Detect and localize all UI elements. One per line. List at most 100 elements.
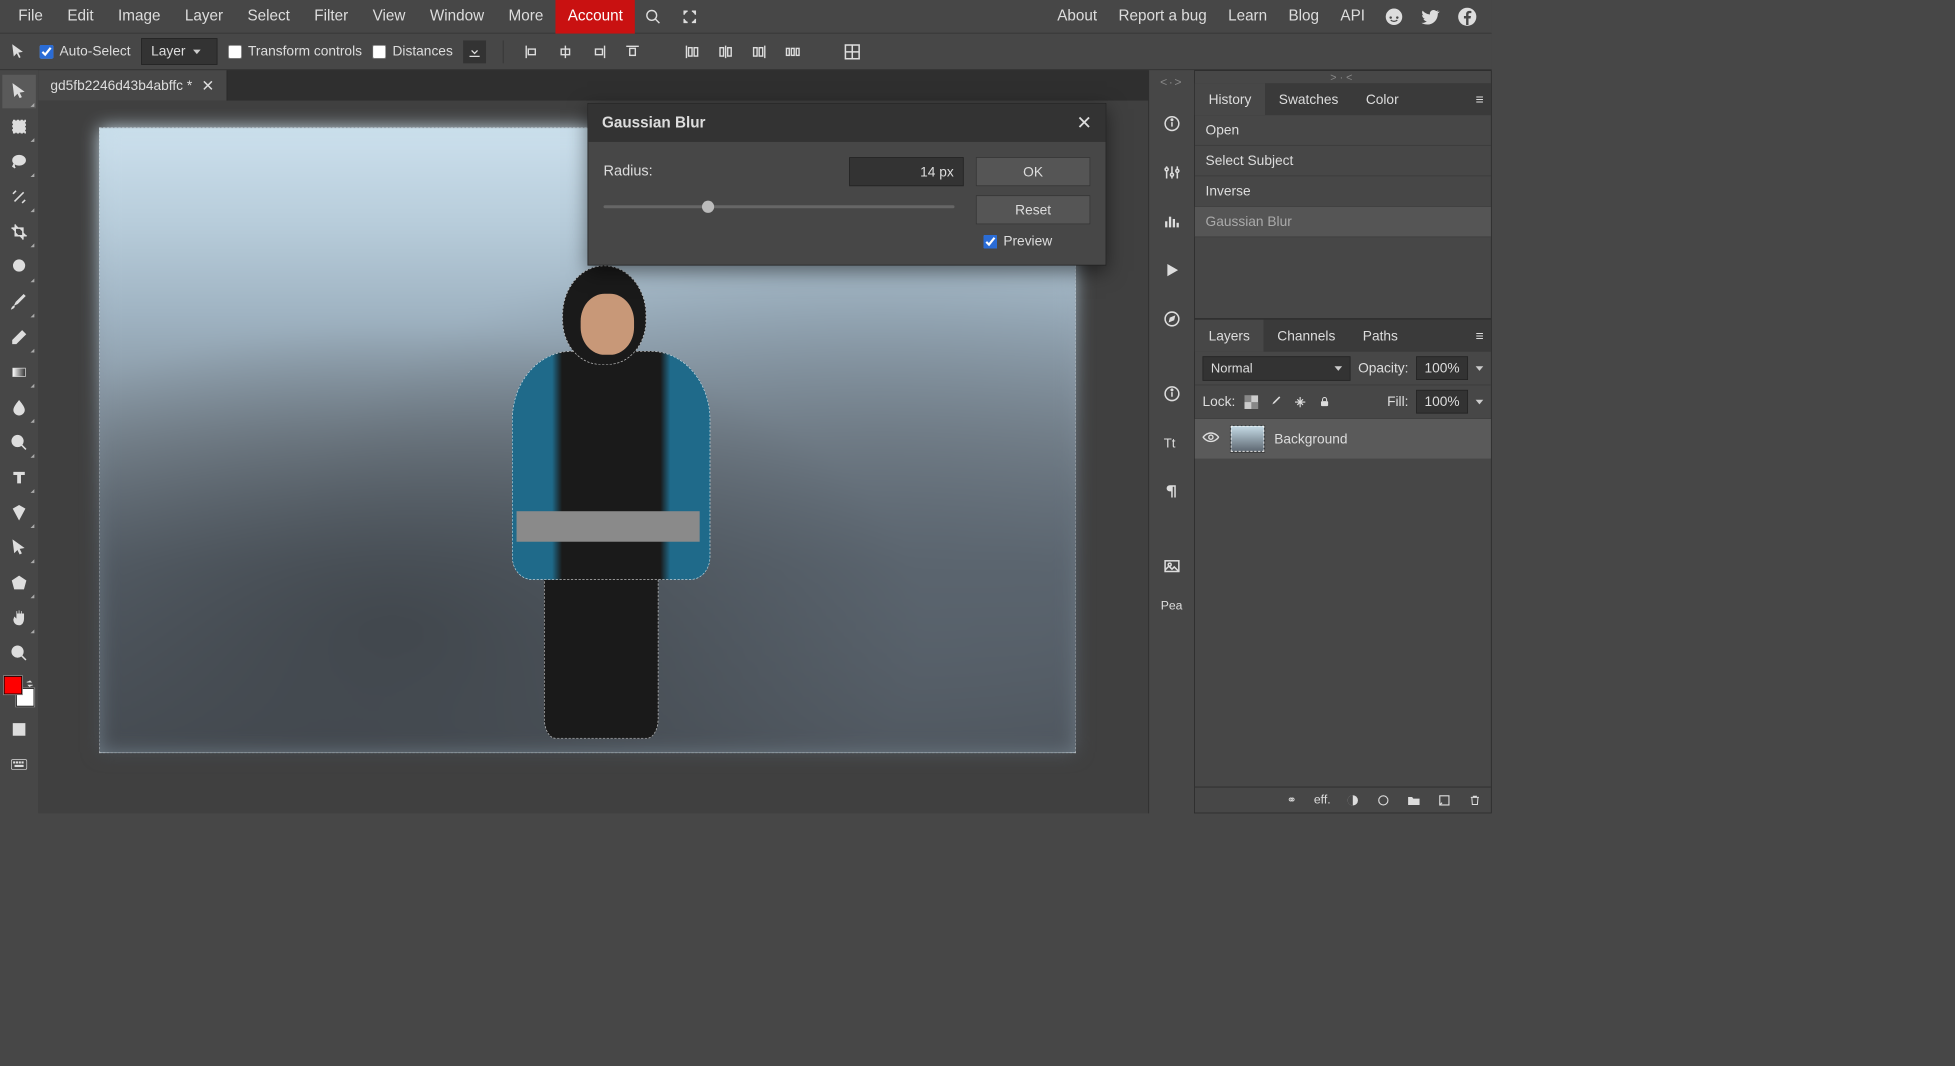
lock-all-icon[interactable] xyxy=(1316,393,1333,410)
type-tool[interactable] xyxy=(2,461,36,495)
auto-select-checkbox-input[interactable] xyxy=(40,45,54,59)
lasso-tool[interactable] xyxy=(2,145,36,179)
histogram-icon[interactable] xyxy=(1156,206,1187,237)
pen-tool[interactable] xyxy=(2,496,36,530)
link-api[interactable]: API xyxy=(1330,8,1376,26)
panel-menu-icon[interactable]: ≡ xyxy=(1468,320,1491,352)
tab-channels[interactable]: Channels xyxy=(1264,320,1350,352)
distances-input[interactable] xyxy=(373,45,387,59)
distribute-center-icon[interactable] xyxy=(715,40,738,63)
menu-filter[interactable]: Filter xyxy=(302,0,360,33)
info-icon-2[interactable] xyxy=(1156,378,1187,409)
ok-button[interactable]: OK xyxy=(976,157,1090,186)
new-layer-icon[interactable] xyxy=(1436,792,1453,809)
foreground-color[interactable] xyxy=(4,676,22,694)
menu-image[interactable]: Image xyxy=(106,0,173,33)
image-icon[interactable] xyxy=(1156,551,1187,582)
menu-window[interactable]: Window xyxy=(418,0,497,33)
tab-paths[interactable]: Paths xyxy=(1349,320,1412,352)
history-item-inverse[interactable]: Inverse xyxy=(1195,176,1491,207)
hand-tool[interactable] xyxy=(2,601,36,635)
distribute-left-icon[interactable] xyxy=(681,40,704,63)
blur-tool[interactable] xyxy=(2,391,36,425)
distribute-right-icon[interactable] xyxy=(748,40,771,63)
move-tool[interactable] xyxy=(2,75,36,109)
shape-tool[interactable] xyxy=(2,566,36,600)
link-layers-icon[interactable]: ⚭ xyxy=(1283,792,1300,809)
paragraph-icon[interactable] xyxy=(1156,476,1187,507)
document-tab[interactable]: gd5fb2246d43b4abffc * ✕ xyxy=(38,70,227,101)
fill-input[interactable]: 100% xyxy=(1416,390,1468,414)
layer-row-background[interactable]: Background xyxy=(1195,419,1491,459)
chevron-down-icon[interactable] xyxy=(1476,366,1484,371)
chevron-down-icon[interactable] xyxy=(1476,399,1484,404)
character-icon[interactable]: Tt xyxy=(1156,427,1187,458)
align-center-h-icon[interactable] xyxy=(554,40,577,63)
keyboard-icon[interactable] xyxy=(2,748,36,782)
tab-color[interactable]: Color xyxy=(1352,83,1412,115)
tab-layers[interactable]: Layers xyxy=(1195,320,1264,352)
distances-checkbox[interactable]: Distances xyxy=(373,43,453,59)
layer-mask-icon[interactable] xyxy=(1344,792,1361,809)
menu-layer[interactable]: Layer xyxy=(173,0,236,33)
lock-transparency-icon[interactable] xyxy=(1243,393,1260,410)
wand-tool[interactable] xyxy=(2,180,36,214)
auto-select-checkbox[interactable]: Auto-Select xyxy=(40,43,131,59)
menu-account[interactable]: Account xyxy=(556,0,636,33)
menu-view[interactable]: View xyxy=(360,0,417,33)
brush-tool[interactable] xyxy=(2,285,36,319)
tab-swatches[interactable]: Swatches xyxy=(1265,83,1352,115)
close-tab-icon[interactable]: ✕ xyxy=(201,76,214,95)
drag-handle-icon[interactable]: <·> xyxy=(1160,76,1183,90)
radius-slider[interactable] xyxy=(604,205,955,208)
distribute-spacing-icon[interactable] xyxy=(782,40,805,63)
link-learn[interactable]: Learn xyxy=(1217,8,1277,26)
facebook-icon[interactable] xyxy=(1454,3,1481,30)
layer-dropdown[interactable]: Layer xyxy=(141,38,217,65)
link-report-bug[interactable]: Report a bug xyxy=(1108,8,1218,26)
layer-effects-icon[interactable]: eff. xyxy=(1314,792,1331,809)
align-right-icon[interactable] xyxy=(588,40,611,63)
grid-icon[interactable] xyxy=(841,40,864,63)
blend-mode-dropdown[interactable]: Normal xyxy=(1202,356,1350,380)
twitter-icon[interactable] xyxy=(1417,3,1444,30)
history-item-gaussian-blur[interactable]: Gaussian Blur xyxy=(1195,207,1491,238)
folder-icon[interactable] xyxy=(1405,792,1422,809)
slider-thumb[interactable] xyxy=(702,201,714,213)
adjustments-icon[interactable] xyxy=(1156,157,1187,188)
opacity-input[interactable]: 100% xyxy=(1416,356,1468,380)
history-item-open[interactable]: Open xyxy=(1195,115,1491,146)
reset-button[interactable]: Reset xyxy=(976,195,1090,224)
gradient-tool[interactable] xyxy=(2,356,36,390)
swap-colors-icon[interactable] xyxy=(25,676,34,685)
lock-position-icon[interactable] xyxy=(1292,393,1309,410)
menu-file[interactable]: File xyxy=(6,0,55,33)
path-select-tool[interactable] xyxy=(2,531,36,565)
adjustment-layer-icon[interactable] xyxy=(1375,792,1392,809)
link-about[interactable]: About xyxy=(1047,8,1108,26)
menu-edit[interactable]: Edit xyxy=(55,0,106,33)
zoom-tool[interactable] xyxy=(2,636,36,670)
menu-more[interactable]: More xyxy=(496,0,555,33)
lock-pixels-icon[interactable] xyxy=(1267,393,1284,410)
info-icon[interactable] xyxy=(1156,108,1187,139)
link-blog[interactable]: Blog xyxy=(1278,8,1330,26)
transform-controls-input[interactable] xyxy=(228,45,242,59)
menu-select[interactable]: Select xyxy=(235,0,302,33)
layer-thumbnail[interactable] xyxy=(1230,425,1265,452)
align-top-icon[interactable] xyxy=(621,40,644,63)
visibility-icon[interactable] xyxy=(1202,431,1220,447)
fullscreen-icon[interactable] xyxy=(676,3,703,30)
compass-icon[interactable] xyxy=(1156,304,1187,335)
quick-mask-icon[interactable] xyxy=(2,713,36,747)
preview-checkbox[interactable] xyxy=(983,235,997,249)
transform-controls-checkbox[interactable]: Transform controls xyxy=(228,43,362,59)
crop-tool[interactable] xyxy=(2,215,36,249)
eyedropper-tool[interactable] xyxy=(2,250,36,284)
align-left-icon[interactable] xyxy=(521,40,544,63)
delete-layer-icon[interactable] xyxy=(1466,792,1483,809)
search-icon[interactable] xyxy=(640,3,667,30)
history-item-select-subject[interactable]: Select Subject xyxy=(1195,146,1491,177)
play-icon[interactable] xyxy=(1156,255,1187,286)
dialog-header[interactable]: Gaussian Blur ✕ xyxy=(588,104,1105,142)
